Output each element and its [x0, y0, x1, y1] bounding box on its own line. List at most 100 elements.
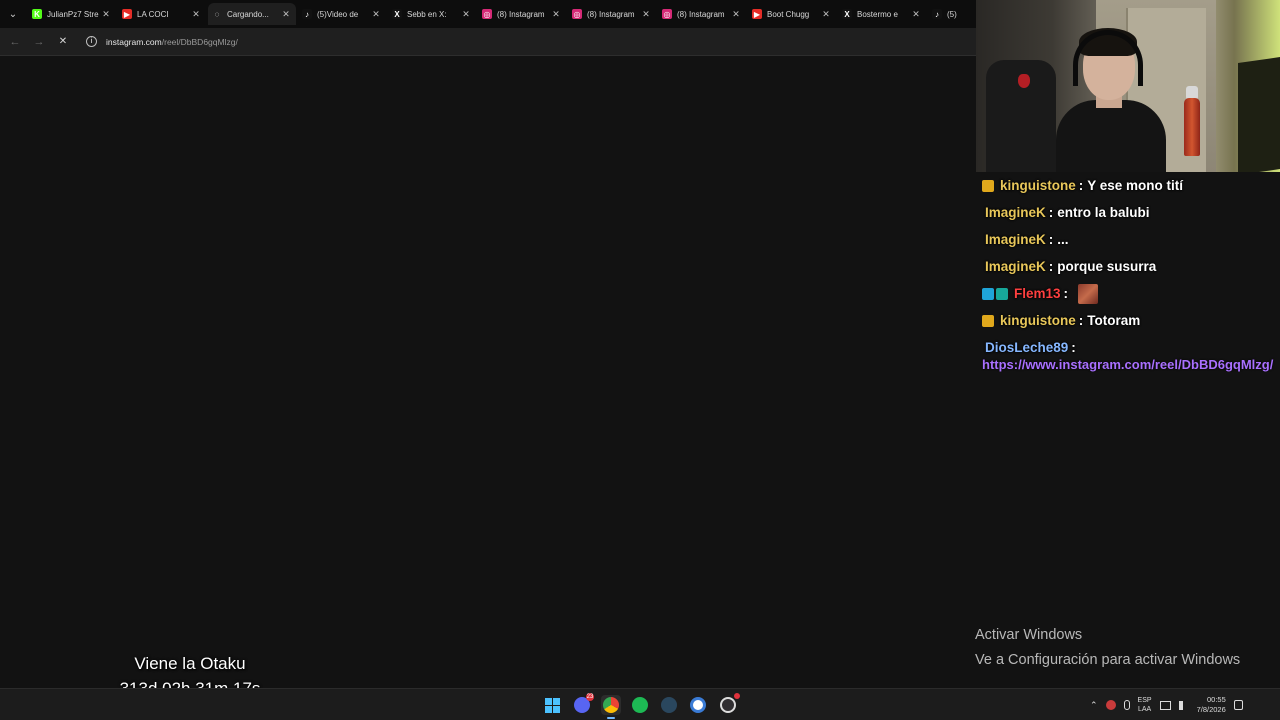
system-clock[interactable]: 00:55 7/8/2026 — [1197, 695, 1226, 715]
address-bar[interactable]: instagram.com/reel/DbBD6gqMlzg/ — [106, 37, 238, 47]
tab-close-icon[interactable]: ✕ — [190, 9, 202, 20]
tab-title: (5)Video de — [317, 9, 359, 19]
system-tray: ⌃ ESP LAA 00:55 7/8/2026 — [1086, 689, 1247, 720]
chat-username[interactable]: ImagineK — [985, 205, 1046, 220]
stop-loading-button[interactable]: ✕ — [56, 35, 70, 49]
taskbar-spotify[interactable] — [630, 695, 650, 715]
browser-tab[interactable]: ◎ (8) Instagram ✕ — [478, 3, 566, 25]
chat-message-link: https://www.instagram.com/reel/DbBD6gqMl… — [982, 357, 1274, 372]
chrome-icon — [603, 697, 619, 713]
chat-separator: : — [1048, 232, 1054, 247]
taskbar-discord[interactable]: 23 — [572, 693, 594, 715]
chat-separator: : — [1078, 178, 1084, 193]
chat-separator: : — [1071, 340, 1076, 355]
ccleaner-icon — [690, 697, 706, 713]
tab-close-icon[interactable]: ✕ — [820, 9, 832, 20]
tab-close-icon[interactable]: ✕ — [910, 9, 922, 20]
tab-title: Boot Chugg — [767, 9, 810, 19]
chat-separator: : — [1063, 286, 1069, 301]
chat-username[interactable]: kinguistone — [1000, 178, 1076, 193]
webcam-chair-logo — [1018, 74, 1030, 88]
tab-favicon-icon: X — [392, 9, 402, 19]
obs-icon — [720, 697, 736, 713]
taskbar-ccleaner[interactable] — [688, 695, 708, 715]
arrow-right-icon: → — [33, 36, 45, 48]
browser-tab[interactable]: ▶ Boot Chugg ✕ — [748, 3, 836, 25]
chat-message-text: porque susurra — [1057, 259, 1157, 274]
browser-tab[interactable]: K JulianPz7 Stre ✕ — [28, 3, 116, 25]
forward-button[interactable]: → — [32, 35, 46, 49]
site-info-button[interactable]: i — [86, 36, 97, 47]
start-button[interactable] — [542, 695, 562, 715]
chat-username[interactable]: DiosLeche89 — [985, 340, 1068, 355]
tab-close-icon[interactable]: ✕ — [730, 9, 742, 20]
network-icon[interactable] — [1159, 700, 1171, 710]
info-icon: i — [90, 38, 93, 45]
activate-windows-watermark: Activar Windows Ve a Configuración para … — [975, 624, 1240, 672]
chat-emote-icon — [1078, 283, 1099, 304]
discord-notification-badge: 23 — [586, 693, 594, 701]
chat-username[interactable]: ImagineK — [985, 232, 1046, 247]
webcam-bottle — [1184, 98, 1200, 156]
browser-tab[interactable]: X Sebb en X: ✕ — [388, 3, 476, 25]
boost-badge-icon — [982, 287, 994, 300]
language-indicator[interactable]: ESP LAA — [1138, 696, 1152, 714]
tab-close-icon[interactable]: ✕ — [640, 9, 652, 20]
show-hidden-icons-button[interactable]: ⌃ — [1090, 700, 1098, 711]
volume-icon[interactable] — [1178, 700, 1189, 710]
webcam-feed — [976, 0, 1280, 172]
chat-message: ImagineK: entro la balubi — [978, 199, 1280, 226]
taskbar-obs[interactable] — [718, 693, 740, 715]
clock-date: 7/8/2026 — [1196, 705, 1226, 714]
tab-close-icon[interactable]: ✕ — [370, 9, 382, 20]
chat-separator: : — [1078, 313, 1084, 328]
windows-logo-icon — [544, 697, 560, 713]
tab-favicon-icon: ▶ — [122, 9, 132, 19]
stream-chat: kinguistone: Y ese mono tití ImagineK: entr… — [978, 172, 1280, 372]
close-icon: ✕ — [58, 36, 68, 47]
chat-username[interactable]: ImagineK — [985, 259, 1046, 274]
tab-favicon-icon: ◎ — [482, 9, 492, 19]
tab-title: Bostermo e — [857, 9, 898, 19]
chat-message-text: Y ese mono tití — [1087, 178, 1184, 193]
browser-tab[interactable]: ◎ (8) Instagram ✕ — [568, 3, 656, 25]
tab-strip: ⌄ K JulianPz7 Stre ✕ ▶ LA COCI ✕ ◌ Cargando... ✕… — [0, 0, 976, 28]
tab-search-menu-button[interactable]: ⌄ — [4, 5, 22, 23]
browser-tab[interactable]: ▶ LA COCI ✕ — [118, 3, 206, 25]
crown-badge-icon — [982, 314, 994, 327]
browser-tab[interactable]: X Bostermo e ✕ — [838, 3, 926, 25]
tab-title: (8) Instagram — [587, 9, 635, 19]
browser-tab[interactable]: ♪ (5)Video de ✕ — [298, 3, 386, 25]
notifications-icon[interactable] — [1233, 700, 1243, 710]
gift-badge-icon — [996, 287, 1008, 300]
browser-tab[interactable]: ◌ Cargando... ✕ — [208, 3, 296, 25]
chat-message: Flem13: — [978, 280, 1280, 307]
taskbar-chrome[interactable] — [601, 695, 621, 719]
back-button[interactable]: ← — [8, 35, 22, 49]
tab-favicon-icon: ♪ — [932, 9, 942, 19]
tab-close-icon[interactable]: ✕ — [550, 9, 562, 20]
tab-favicon-icon: ♪ — [302, 9, 312, 19]
chat-message-text: Totoram — [1087, 313, 1141, 328]
microphone-icon[interactable] — [1123, 700, 1130, 710]
tab-close-icon[interactable]: ✕ — [460, 9, 472, 20]
tab-close-icon[interactable]: ✕ — [100, 9, 112, 20]
webcam-streamer-body — [1056, 100, 1166, 172]
tab-favicon-icon: ◎ — [572, 9, 582, 19]
tab-title: (5) — [947, 9, 957, 19]
browser-tab[interactable]: ◎ (8) Instagram ✕ — [658, 3, 746, 25]
taskbar-steam[interactable] — [659, 695, 679, 715]
chat-username[interactable]: kinguistone — [1000, 313, 1076, 328]
antivirus-icon[interactable] — [1105, 700, 1116, 710]
obs-recording-dot — [734, 693, 740, 699]
tab-favicon-icon: ◌ — [212, 9, 222, 19]
browser-tab[interactable]: ♪ (5) — [928, 3, 976, 25]
arrow-left-icon: ← — [9, 36, 21, 48]
url-path: /reel/DbBD6gqMlzg/ — [161, 37, 238, 47]
chat-username[interactable]: Flem13 — [1014, 286, 1061, 301]
tab-close-icon[interactable]: ✕ — [280, 9, 292, 20]
tab-title: (8) Instagram — [497, 9, 545, 19]
clock-time: 00:55 — [1206, 695, 1226, 704]
chat-message-text: entro la balubi — [1057, 205, 1150, 220]
chat-message: kinguistone: Totoram — [978, 307, 1280, 334]
